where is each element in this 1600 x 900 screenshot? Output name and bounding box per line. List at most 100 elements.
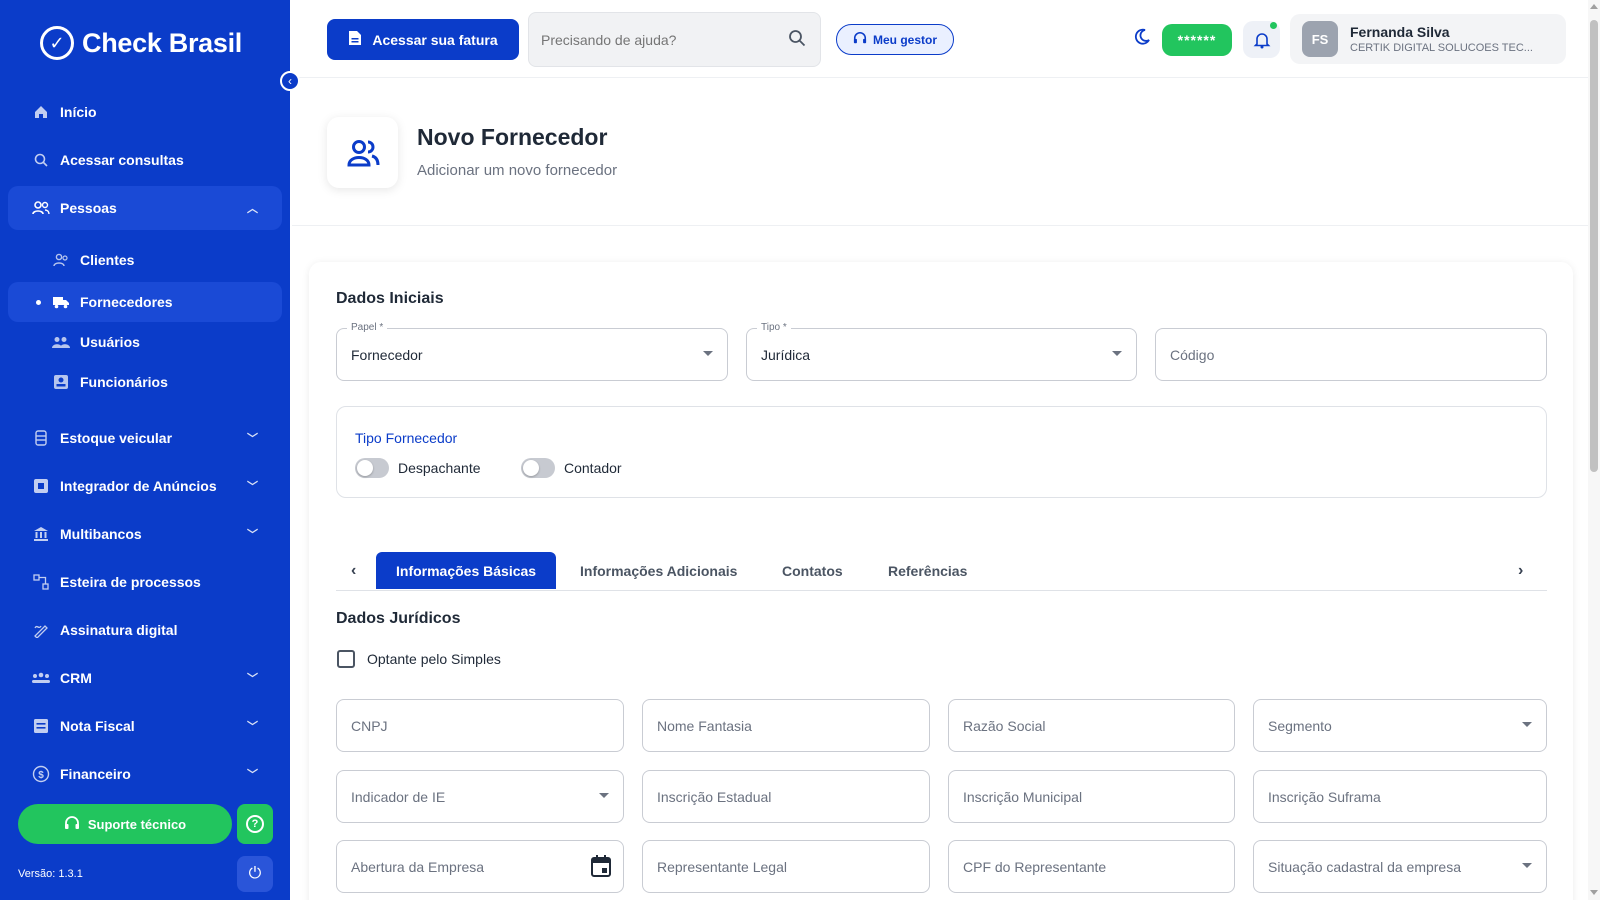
signature-icon: [32, 621, 50, 639]
inscricao-municipal-placeholder: Inscrição Municipal: [963, 788, 1083, 805]
cnpj-input[interactable]: CNPJ: [336, 699, 624, 752]
razao-social-placeholder: Razão Social: [963, 717, 1046, 734]
representante-legal-input[interactable]: Representante Legal: [642, 840, 930, 893]
sidebar: ✓ Check Brasil Início Acessar consultas …: [0, 0, 290, 900]
tab-contatos[interactable]: Contatos: [782, 552, 843, 589]
tab-informacoes-basicas[interactable]: Informações Básicas: [376, 552, 557, 589]
power-icon: ⏻: [248, 865, 262, 882]
sidebar-collapse-button[interactable]: ‹: [280, 71, 300, 91]
situacao-cadastral-select[interactable]: Situação cadastral da empresa: [1253, 840, 1547, 893]
user-name: Fernanda Silva: [1350, 24, 1450, 40]
sidebar-item-inicio[interactable]: Início: [8, 90, 282, 134]
sidebar-item-nota[interactable]: Nota Fiscal ﹀: [8, 704, 282, 748]
dark-mode-toggle[interactable]: [1133, 28, 1151, 51]
inscricao-municipal-input[interactable]: Inscrição Municipal: [948, 770, 1235, 823]
moon-icon: [1134, 28, 1150, 45]
sidebar-subitem-funcionarios[interactable]: Funcionários: [8, 362, 282, 402]
invoice-icon: [32, 717, 50, 735]
notifications-button[interactable]: [1243, 21, 1280, 58]
people-icon: [32, 199, 50, 217]
sidebar-item-consultas[interactable]: Acessar consultas: [8, 138, 282, 182]
sidebar-item-multibancos[interactable]: Multibancos ﹀: [8, 512, 282, 556]
toggle-knob: [357, 460, 373, 476]
tab-informacoes-adicionais[interactable]: Informações Adicionais: [580, 552, 737, 589]
tab-referencias[interactable]: Referências: [888, 552, 967, 589]
tipo-fornecedor-label: Tipo Fornecedor: [355, 430, 458, 446]
scroll-down-arrow-icon[interactable]: [1590, 890, 1598, 895]
sidebar-item-estoque[interactable]: Estoque veicular ﹀: [8, 416, 282, 460]
check-logo-icon: ✓: [40, 26, 74, 60]
money-icon: $: [32, 765, 50, 783]
tabs-scroll-left[interactable]: ‹: [351, 562, 356, 580]
sidebar-subitem-clientes[interactable]: Clientes: [8, 240, 282, 280]
indicador-ie-placeholder: Indicador de IE: [351, 788, 446, 805]
notification-dot: [1270, 22, 1277, 29]
nome-fantasia-input[interactable]: Nome Fantasia: [642, 699, 930, 752]
active-dot: [36, 299, 41, 305]
representante-legal-placeholder: Representante Legal: [657, 858, 787, 875]
sidebar-item-assinatura[interactable]: Assinatura digital: [8, 608, 282, 652]
sidebar-item-esteira[interactable]: Esteira de processos: [8, 560, 282, 604]
search-icon[interactable]: [788, 29, 806, 47]
flow-icon: [32, 573, 50, 591]
sidebar-item-crm[interactable]: CRM ﹀: [8, 656, 282, 700]
indicador-ie-select[interactable]: Indicador de IE: [336, 770, 624, 823]
codigo-input[interactable]: Código: [1155, 328, 1547, 381]
sidebar-item-label: Nota Fiscal: [60, 718, 135, 734]
masked-balance-pill[interactable]: ******: [1162, 24, 1232, 56]
page-subtitle: Adicionar um novo fornecedor: [417, 162, 618, 179]
sidebar-item-integrador[interactable]: Integrador de Anúncios ﹀: [8, 464, 282, 508]
chevron-down-icon: ﹀: [247, 481, 258, 493]
calendar-icon[interactable]: [591, 855, 611, 877]
sidebar-item-financeiro[interactable]: $ Financeiro ﹀: [8, 752, 282, 796]
optante-simples-label: Optante pelo Simples: [367, 651, 501, 667]
logout-button[interactable]: ⏻: [237, 856, 273, 892]
sidebar-subitem-usuarios[interactable]: Usuários: [8, 322, 282, 362]
contador-toggle[interactable]: [521, 458, 555, 478]
user-company: CERTIK DIGITAL SOLUCOES TEC...: [1350, 42, 1533, 54]
papel-label: Papel *: [347, 322, 388, 333]
avatar: FS: [1302, 21, 1338, 57]
abertura-empresa-input[interactable]: Abertura da Empresa: [336, 840, 624, 893]
help-button[interactable]: ?: [237, 804, 273, 844]
brand-logo[interactable]: ✓ Check Brasil: [40, 26, 242, 60]
cpf-representante-input[interactable]: CPF do Representante: [948, 840, 1235, 893]
access-invoice-button[interactable]: Acessar sua fatura: [327, 19, 519, 60]
access-invoice-label: Acessar sua fatura: [372, 31, 498, 48]
despachante-toggle[interactable]: [355, 458, 389, 478]
user-menu[interactable]: FS Fernanda Silva CERTIK DIGITAL SOLUCOE…: [1290, 14, 1566, 64]
page-title: Novo Fornecedor: [417, 124, 608, 150]
sidebar-item-label: Fornecedores: [80, 294, 173, 310]
scroll-up-arrow-icon[interactable]: [1590, 4, 1598, 9]
papel-select[interactable]: Papel * Fornecedor: [336, 322, 728, 381]
question-icon: ?: [246, 815, 264, 833]
tipo-select[interactable]: Tipo * Jurídica: [746, 322, 1137, 381]
sidebar-item-pessoas[interactable]: Pessoas ︿: [8, 186, 282, 230]
home-icon: [32, 103, 50, 121]
optante-simples-checkbox[interactable]: [337, 650, 355, 668]
tabs-scroll-right[interactable]: ›: [1518, 562, 1523, 580]
scrollbar-thumb[interactable]: [1590, 20, 1598, 472]
help-search-input[interactable]: [541, 31, 771, 48]
chevron-down-icon: ﹀: [247, 433, 258, 445]
support-label: Suporte técnico: [87, 816, 187, 832]
crm-icon: [32, 669, 50, 687]
situacao-cadastral-placeholder: Situação cadastral da empresa: [1268, 858, 1461, 875]
sidebar-subitem-fornecedores[interactable]: Fornecedores: [8, 282, 282, 322]
my-manager-label: Meu gestor: [872, 32, 937, 47]
section-dados-juridicos: Dados Jurídicos: [336, 610, 461, 627]
people-icon: [346, 139, 379, 166]
caret-down-icon: [703, 351, 713, 356]
inscricao-suframa-input[interactable]: Inscrição Suframa: [1253, 770, 1547, 823]
support-button[interactable]: Suporte técnico: [18, 804, 232, 844]
sidebar-item-label: Funcionários: [80, 374, 168, 390]
svg-text:$: $: [38, 770, 44, 781]
inscricao-estadual-input[interactable]: Inscrição Estadual: [642, 770, 930, 823]
search-icon: [32, 151, 50, 169]
razao-social-input[interactable]: Razão Social: [948, 699, 1235, 752]
my-manager-button[interactable]: Meu gestor: [836, 24, 954, 55]
headset-icon: [64, 815, 80, 834]
page-icon-card: [327, 117, 398, 188]
segmento-select[interactable]: Segmento: [1253, 699, 1547, 752]
tipo-value: Jurídica: [761, 346, 811, 363]
